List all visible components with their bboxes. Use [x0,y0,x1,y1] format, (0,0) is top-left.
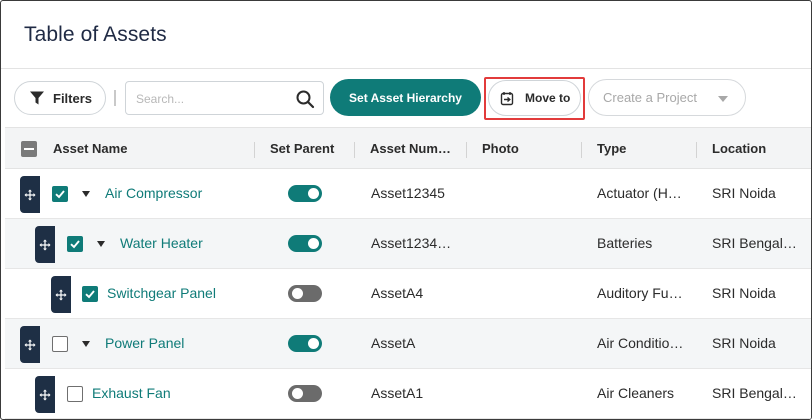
header-asset-name[interactable]: Asset Name [53,141,127,156]
search-box[interactable] [125,81,324,115]
asset-type: Auditory Fu… [597,285,683,301]
create-project-dropdown[interactable]: Create a Project [588,79,746,116]
row-checkbox[interactable] [67,386,83,402]
search-icon[interactable] [295,89,315,109]
filters-button-label: Filters [53,90,93,106]
row-checkbox[interactable] [67,236,83,252]
asset-location: SRI Bengal… [712,235,797,251]
row-checkbox[interactable] [52,186,68,202]
column-divider[interactable] [354,142,355,158]
assets-window: Table of Assets Filters Set Asset Hierar… [0,0,812,420]
drag-handle-icon[interactable] [51,276,71,313]
asset-type: Air Cleaners [597,385,675,401]
column-divider[interactable] [696,142,697,158]
drag-handle-icon[interactable] [20,176,40,213]
asset-number: AssetA4 [371,285,424,301]
asset-name-link[interactable]: Exhaust Fan [92,385,171,401]
header-set-parent[interactable]: Set Parent [270,141,334,156]
column-divider[interactable] [466,142,467,158]
title-divider [1,68,811,69]
asset-location: SRI Bengal… [712,385,797,401]
set-parent-toggle[interactable] [288,285,322,302]
asset-number: Asset12345 [371,185,445,201]
table-row[interactable]: Switchgear Panel AssetA4 Auditory Fu… SR… [5,269,811,319]
set-parent-toggle[interactable] [288,385,322,402]
expand-caret-icon[interactable] [82,341,90,347]
asset-number: Asset1234… [371,235,452,251]
table-header: Asset Name Set Parent Asset Num… Photo T… [5,127,811,169]
move-to-button[interactable]: Move to [488,80,581,116]
table-row[interactable]: Power Panel AssetA Air Conditio… SRI Noi… [5,319,811,369]
asset-name-link[interactable]: Switchgear Panel [107,285,216,301]
expand-caret-icon[interactable] [97,241,105,247]
set-parent-toggle[interactable] [288,235,322,252]
drag-handle-icon[interactable] [35,226,55,263]
filter-icon [30,91,44,105]
asset-location: SRI Noida [712,335,776,351]
create-project-label: Create a Project [603,90,697,105]
asset-name-link[interactable]: Water Heater [120,235,203,251]
table-row[interactable]: Water Heater Asset1234… Batteries SRI Be… [5,219,811,269]
drag-handle-icon[interactable] [20,326,40,363]
asset-type: Air Conditio… [597,335,684,351]
asset-name-link[interactable]: Air Compressor [105,185,202,201]
toolbar-divider [114,90,116,106]
set-parent-toggle[interactable] [288,185,322,202]
table-row[interactable]: Air Compressor Asset12345 Actuator (H… S… [5,169,811,219]
header-location[interactable]: Location [712,141,766,156]
asset-number: AssetA1 [371,385,424,401]
move-to-icon [500,91,514,105]
expand-caret-icon[interactable] [82,191,90,197]
header-asset-number[interactable]: Asset Num… [370,141,451,156]
row-checkbox[interactable] [82,286,98,302]
search-input[interactable] [136,90,286,108]
table-row[interactable]: Exhaust Fan AssetA1 Air Cleaners SRI Ben… [5,369,811,419]
set-parent-toggle[interactable] [288,335,322,352]
asset-number: AssetA [371,335,416,351]
chevron-down-icon [718,96,728,102]
move-to-label: Move to [525,91,571,105]
select-all-checkbox[interactable] [21,141,37,157]
asset-type: Actuator (H… [597,185,682,201]
assets-table: Asset Name Set Parent Asset Num… Photo T… [5,127,811,419]
page-title: Table of Assets [24,23,167,46]
asset-type: Batteries [597,235,653,251]
header-photo[interactable]: Photo [482,141,519,156]
asset-location: SRI Noida [712,285,776,301]
header-type[interactable]: Type [597,141,626,156]
asset-location: SRI Noida [712,185,776,201]
drag-handle-icon[interactable] [35,376,55,413]
filters-button[interactable]: Filters [14,81,106,115]
column-divider[interactable] [254,142,255,158]
set-asset-hierarchy-button[interactable]: Set Asset Hierarchy [330,79,481,116]
column-divider[interactable] [581,142,582,158]
row-checkbox[interactable] [52,336,68,352]
asset-name-link[interactable]: Power Panel [105,335,184,351]
